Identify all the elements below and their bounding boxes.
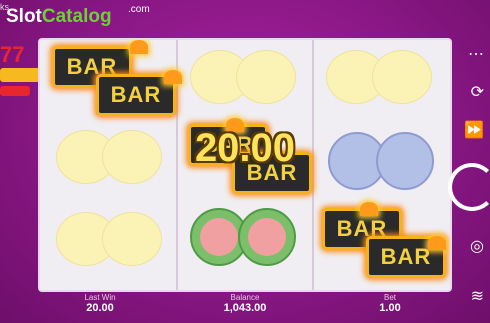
last-win-panel: Last Win 20.00 xyxy=(70,293,130,314)
turbo-icon[interactable]: ⏩ xyxy=(464,120,484,140)
last-win-label: Last Win xyxy=(84,293,116,302)
lemon-symbol xyxy=(102,212,162,266)
coins-icon[interactable]: ◎ xyxy=(470,236,484,256)
autoplay-icon[interactable]: ⟳ xyxy=(471,82,484,102)
balance-panel: Balance 1,043.00 xyxy=(205,293,285,314)
balance-label: Balance xyxy=(230,293,260,302)
watermark-suffix: .com xyxy=(128,4,150,15)
balance-value: 1,043.00 xyxy=(223,302,267,314)
bet-panel: Bet 1.00 xyxy=(360,293,420,314)
watermark-part2: Catalog xyxy=(41,6,112,27)
lemon-symbol xyxy=(236,50,296,104)
win-amount: 20.00 xyxy=(194,126,296,170)
lemon-symbol xyxy=(372,50,432,104)
spin-button[interactable] xyxy=(448,163,490,211)
fire-effect xyxy=(130,40,148,54)
bet-value: 1.00 xyxy=(379,302,401,314)
svg-text:77: 77 xyxy=(0,42,24,67)
game-logo: 77 xyxy=(0,42,40,96)
slotcatalog-watermark: SlotCatalog .com xyxy=(6,4,150,28)
plum-symbol xyxy=(376,132,434,190)
bet-label: Bet xyxy=(383,293,396,302)
fire-effect xyxy=(164,70,182,84)
menu-icon[interactable]: ⋯ xyxy=(468,44,484,64)
bet-stack-icon[interactable]: ≋ xyxy=(471,286,484,306)
guava-symbol xyxy=(238,208,296,266)
last-win-value: 20.00 xyxy=(86,302,114,314)
fire-effect xyxy=(428,236,446,250)
fire-effect xyxy=(360,202,378,216)
watermark-part1: Slot xyxy=(6,6,42,27)
